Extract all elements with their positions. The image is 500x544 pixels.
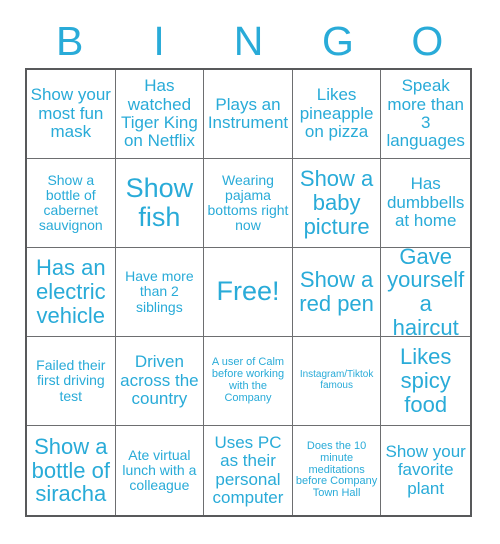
bingo-card: B I N G O Show your most fun mask Has wa… (0, 0, 500, 544)
bingo-cell-label: A user of Calm before working with the C… (211, 356, 285, 404)
bingo-cell-label: Show your most fun mask (30, 85, 111, 142)
bingo-cell[interactable]: Show a baby picture (292, 159, 382, 248)
header-letter-n: N (233, 17, 264, 64)
bingo-cell[interactable]: Show fish (115, 159, 205, 248)
bingo-cell-label: Free! (216, 276, 280, 307)
bingo-cell-label: Instagram/Tiktok famous (299, 369, 374, 391)
bingo-cell-label: Likes pineapple on pizza (299, 85, 374, 142)
bingo-cell-label: Show a bottle of cabernet sauvignon (38, 171, 103, 234)
bingo-cell-label: Has dumbbells at home (386, 174, 465, 231)
bingo-cell[interactable]: Has watched Tiger King on Netflix (115, 70, 205, 159)
bingo-cell[interactable]: Show a bottle of cabernet sauvignon (27, 159, 116, 248)
bingo-cell[interactable]: Instagram/Tiktok famous (292, 337, 382, 426)
bingo-cell-label: Has an electric vehicle (35, 255, 106, 328)
bingo-grid: Show your most fun mask Has watched Tige… (25, 68, 472, 517)
bingo-cell[interactable]: Likes spicy food (381, 337, 470, 426)
header-letter-i: I (153, 17, 165, 64)
bingo-cell[interactable]: Show your favorite plant (381, 426, 470, 515)
bingo-cell-label: Driven across the country (120, 352, 199, 409)
bingo-cell[interactable]: Driven across the country (115, 337, 205, 426)
bingo-cell[interactable]: A user of Calm before working with the C… (204, 337, 293, 426)
bingo-cell-label: Gave yourself a haircut (387, 248, 465, 337)
bingo-cell-label: Show a bottle of siracha (31, 433, 110, 507)
bingo-cell[interactable]: Ate virtual lunch with a colleague (116, 426, 205, 515)
bingo-cell-label: Failed their first driving test (36, 357, 106, 404)
bingo-cell-label: Show a red pen (299, 267, 374, 316)
bingo-cell[interactable]: Show a bottle of siracha (27, 426, 116, 515)
bingo-cell-label: Plays an Instrument (207, 94, 289, 132)
bingo-cell-label: Show your favorite plant (385, 441, 466, 498)
bingo-cell[interactable]: Has an electric vehicle (27, 248, 116, 337)
bingo-cell[interactable]: Gave yourself a haircut (381, 248, 470, 337)
bingo-cell[interactable]: Does the 10 minute meditations before Co… (293, 426, 382, 515)
bingo-cell[interactable]: Wearing pajama bottoms right now (204, 159, 293, 248)
bingo-cell[interactable]: Plays an Instrument (204, 70, 293, 159)
bingo-cell-label: Show a baby picture (299, 166, 374, 239)
bingo-cell[interactable]: Have more than 2 siblings (115, 248, 205, 337)
header-letter-g: G (321, 17, 354, 64)
bingo-cell[interactable]: Has dumbbells at home (381, 159, 470, 248)
bingo-cell[interactable]: Show a red pen (292, 248, 382, 337)
bingo-cell-label: Has watched Tiger King on Netflix (120, 76, 198, 151)
bingo-cell[interactable]: Likes pineapple on pizza (292, 70, 382, 159)
bingo-cell[interactable]: Speak more than 3 languages (381, 70, 470, 159)
bingo-cell-free[interactable]: Free! (204, 248, 293, 337)
bingo-cell-label: Uses PC as their personal computer (212, 432, 284, 507)
bingo-cell[interactable]: Failed their first driving test (27, 337, 116, 426)
bingo-cell-label: Does the 10 minute meditations before Co… (295, 439, 378, 500)
header-letter-b: B (56, 17, 84, 64)
header-letter-o: O (411, 17, 444, 64)
bingo-header: B I N G O (25, 14, 472, 68)
bingo-cell-label: Wearing pajama bottoms right now (207, 171, 289, 234)
bingo-cell[interactable]: Show your most fun mask (27, 70, 116, 159)
bingo-cell-label: Have more than 2 siblings (125, 268, 194, 315)
bingo-cell-label: Ate virtual lunch with a colleague (122, 446, 197, 494)
bingo-cell-label: Speak more than 3 languages (386, 76, 465, 151)
bingo-cell-label: Likes spicy food (400, 344, 452, 417)
bingo-cell-label: Show fish (125, 172, 194, 232)
bingo-cell[interactable]: Uses PC as their personal computer (204, 426, 293, 515)
